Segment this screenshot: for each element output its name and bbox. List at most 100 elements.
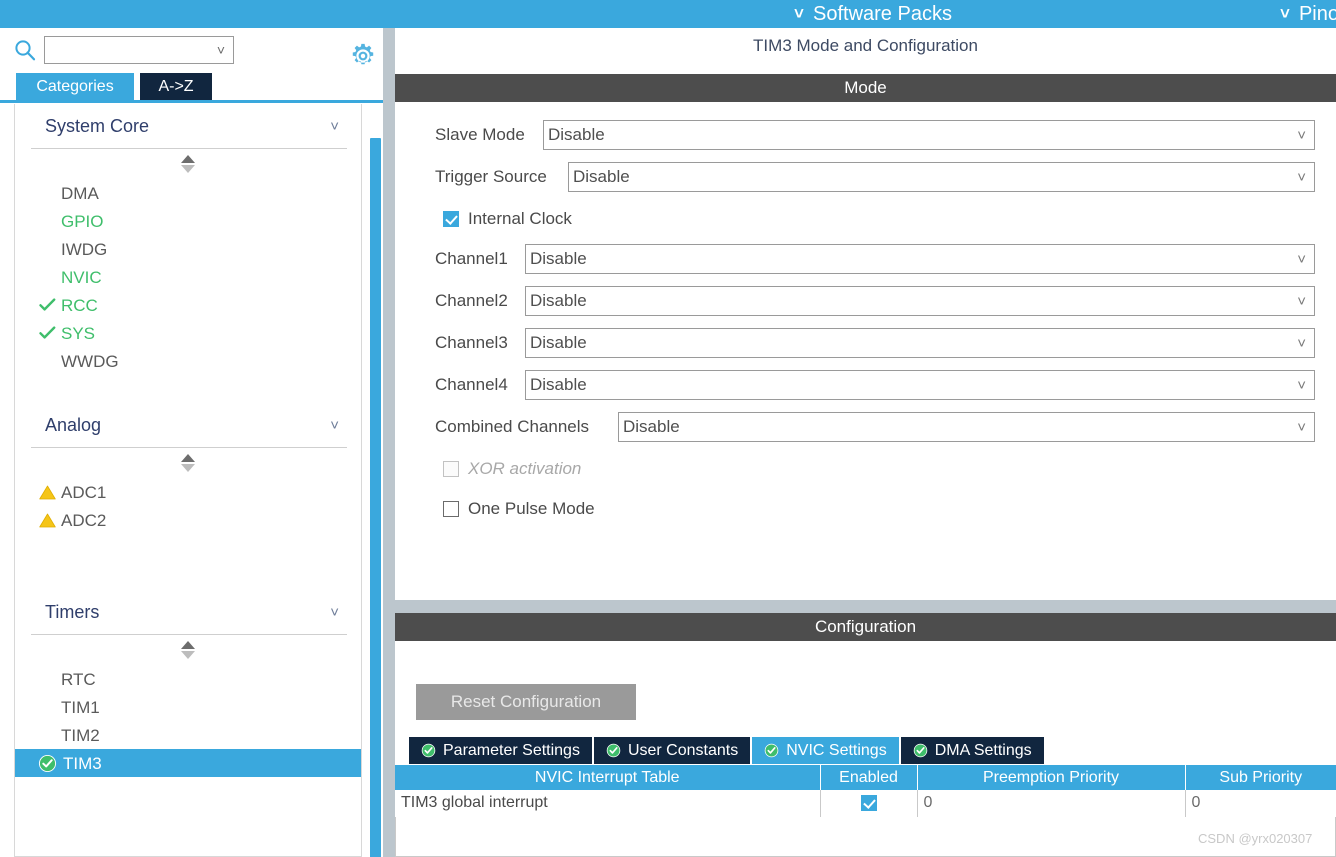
panel-splitter-vertical[interactable] — [383, 28, 395, 857]
caret-down-icon[interactable] — [181, 464, 195, 472]
col-nvic-interrupt-table[interactable]: NVIC Interrupt Table — [395, 765, 821, 790]
col-enabled[interactable]: Enabled — [820, 765, 918, 790]
sidebar-item-iwdg[interactable]: IWDG — [15, 235, 361, 263]
table-header-row: NVIC Interrupt Table Enabled Preemption … — [395, 765, 1336, 790]
one-pulse-mode-checkbox[interactable] — [443, 501, 459, 517]
sidebar-item-label: ADC2 — [61, 510, 107, 530]
sidebar-item-adc1[interactable]: ADC1 — [15, 478, 361, 506]
group-analog-header[interactable]: Analog ˅ — [15, 403, 361, 447]
scroll-spinner[interactable] — [15, 635, 361, 665]
sidebar-item-dma[interactable]: DMA — [15, 179, 361, 207]
chevron-down-icon[interactable]: ˅ — [330, 418, 339, 433]
caret-down-icon[interactable] — [181, 651, 195, 659]
group-timers-header[interactable]: Timers ˅ — [15, 590, 361, 634]
sidebar-item-tim2[interactable]: TIM2 — [15, 721, 361, 749]
group-system-core-header[interactable]: System Core ˅ — [15, 104, 361, 148]
chevron-down-icon[interactable]: ˅ — [330, 605, 339, 620]
col-preemption-priority[interactable]: Preemption Priority — [917, 765, 1186, 790]
chevron-down-icon: ˅ — [794, 3, 804, 23]
scroll-spinner[interactable] — [15, 149, 361, 179]
col-sub-priority[interactable]: Sub Priority — [1185, 765, 1336, 790]
tabs-underline — [0, 100, 390, 103]
status-icon-slot — [37, 351, 57, 371]
trigger-source-value: Disable — [573, 167, 630, 186]
slave-mode-dropdown[interactable]: Disable ˅ — [543, 120, 1315, 150]
internal-clock-row[interactable]: Internal Clock — [443, 206, 572, 232]
reset-configuration-button[interactable]: Reset Configuration — [416, 684, 636, 720]
channel1-dropdown[interactable]: Disable ˅ — [525, 244, 1315, 274]
one-pulse-mode-row[interactable]: One Pulse Mode — [443, 496, 595, 522]
chevron-down-icon[interactable]: ˅ — [1297, 378, 1306, 393]
slave-mode-value: Disable — [548, 125, 605, 144]
sidebar-item-label: IWDG — [61, 239, 108, 259]
caret-up-icon[interactable] — [181, 155, 195, 163]
group-analog-title: Analog — [45, 414, 102, 435]
enabled-checkbox[interactable] — [860, 795, 877, 812]
sidebar-item-sys[interactable]: SYS — [15, 319, 361, 347]
menu-software-packs[interactable]: ˅ Software Packs — [794, 0, 952, 28]
xor-activation-label: XOR activation — [468, 459, 582, 478]
tab-dma-settings[interactable]: DMA Settings — [900, 737, 1044, 764]
tab-parameter-settings-label: Parameter Settings — [443, 741, 580, 759]
channel3-dropdown[interactable]: Disable ˅ — [525, 328, 1315, 358]
tab-categories[interactable]: Categories — [16, 73, 134, 100]
mode-section-header: Mode — [395, 74, 1336, 102]
component-tree: System Core ˅ DMA GPIO IWDG NVIC RCC SYS… — [14, 104, 362, 857]
tab-a-to-z[interactable]: A->Z — [140, 73, 212, 100]
sidebar-item-label: NVIC — [61, 267, 102, 287]
internal-clock-checkbox[interactable] — [443, 211, 459, 227]
group-timers: Timers ˅ RTC TIM1 TIM2 TIM3 — [15, 590, 361, 777]
configuration-panel: TIM3 Mode and Configuration Mode Slave M… — [395, 28, 1336, 857]
configuration-tabstrip: Parameter Settings User Constants NVIC S… — [409, 737, 1046, 764]
tab-parameter-settings[interactable]: Parameter Settings — [409, 737, 592, 764]
sidebar-item-tim3[interactable]: TIM3 — [15, 749, 361, 777]
sidebar-item-nvic[interactable]: NVIC — [15, 263, 361, 291]
tab-nvic-settings[interactable]: NVIC Settings — [752, 737, 899, 764]
sidebar-item-rcc[interactable]: RCC — [15, 291, 361, 319]
panel-splitter-horizontal[interactable] — [395, 600, 1336, 613]
sidebar-item-rtc[interactable]: RTC — [15, 665, 361, 693]
chevron-down-icon[interactable]: ˅ — [330, 119, 339, 134]
sidebar-item-adc2[interactable]: ADC2 — [15, 506, 361, 534]
channel2-dropdown[interactable]: Disable ˅ — [525, 286, 1315, 316]
caret-down-icon[interactable] — [181, 165, 195, 173]
cell-enabled[interactable] — [820, 790, 918, 818]
channel2-value: Disable — [530, 291, 587, 310]
chevron-down-icon[interactable]: ˅ — [217, 43, 225, 57]
caret-up-icon[interactable] — [181, 454, 195, 462]
tab-user-constants[interactable]: User Constants — [593, 737, 751, 764]
cell-sub-priority[interactable]: 0 — [1185, 790, 1336, 818]
search-icon[interactable] — [14, 39, 36, 61]
menu-pinout[interactable]: ˅ Pino — [1280, 0, 1336, 28]
sidebar-item-tim1[interactable]: TIM1 — [15, 693, 361, 721]
check-circle-icon — [606, 743, 621, 758]
sidebar-item-label: TIM2 — [61, 725, 100, 745]
chevron-down-icon[interactable]: ˅ — [1297, 420, 1306, 435]
chevron-down-icon[interactable]: ˅ — [1297, 170, 1306, 185]
combined-channels-dropdown[interactable]: Disable ˅ — [618, 412, 1315, 442]
field-trigger-source: Trigger Source Disable ˅ — [435, 162, 1315, 192]
search-input[interactable]: ˅ — [44, 36, 234, 64]
gear-icon[interactable] — [349, 42, 377, 70]
sidebar-search-row: ˅ — [0, 28, 390, 73]
table-row[interactable]: TIM3 global interrupt 0 0 — [395, 790, 1336, 818]
trigger-source-dropdown[interactable]: Disable ˅ — [568, 162, 1315, 192]
cell-preemption-priority[interactable]: 0 — [917, 790, 1186, 818]
chevron-down-icon[interactable]: ˅ — [1297, 336, 1306, 351]
scroll-spinner[interactable] — [15, 448, 361, 478]
caret-up-icon[interactable] — [181, 641, 195, 649]
sidebar-item-gpio[interactable]: GPIO — [15, 207, 361, 235]
menu-software-packs-label: Software Packs — [812, 2, 952, 25]
tab-nvic-settings-label: NVIC Settings — [786, 741, 887, 759]
status-icon-slot — [37, 482, 57, 502]
field-trigger-source-label: Trigger Source — [435, 167, 547, 186]
one-pulse-mode-label: One Pulse Mode — [468, 499, 595, 518]
sidebar-item-wwdg[interactable]: WWDG — [15, 347, 361, 375]
channel4-dropdown[interactable]: Disable ˅ — [525, 370, 1315, 400]
mode-section-body: Slave Mode Disable ˅ Trigger Source Disa… — [395, 102, 1336, 600]
status-icon-slot — [37, 725, 57, 745]
chevron-down-icon[interactable]: ˅ — [1297, 294, 1306, 309]
chevron-down-icon[interactable]: ˅ — [1297, 128, 1306, 143]
sidebar-scrollbar-thumb[interactable] — [370, 138, 381, 857]
chevron-down-icon[interactable]: ˅ — [1297, 252, 1306, 267]
